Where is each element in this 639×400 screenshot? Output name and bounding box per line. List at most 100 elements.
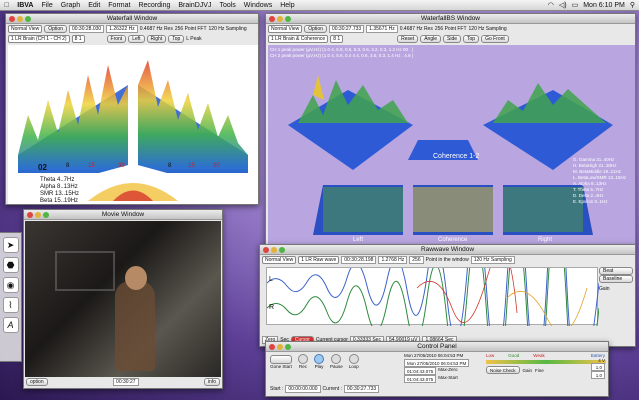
menu-graph[interactable]: Graph [57, 2, 84, 9]
max-zero-label: Max-Zero [438, 367, 458, 372]
freq-field[interactable]: 1.35671 Hz [366, 25, 398, 33]
close-button[interactable] [27, 212, 33, 218]
current-field[interactable]: 00:30:27.733 [344, 385, 380, 393]
movie-footer: option 00:30:27 info [24, 377, 222, 387]
zoom-button[interactable] [285, 344, 291, 350]
arrow-tool-icon[interactable]: ➤ [2, 237, 19, 253]
waterfall-window: Waterfall Window Normal View Option 00:3… [5, 13, 259, 205]
menu-file[interactable]: File [37, 2, 56, 9]
num-select[interactable]: 8 1 [330, 35, 344, 43]
num-select[interactable]: 8 1 [71, 35, 85, 43]
waterfall-3d-plot[interactable]: 02 8 15 30 8 15 30 Theta 4..7Hz Alpha 8.… [8, 45, 258, 204]
brush-tool-icon[interactable]: ⌇ [2, 297, 19, 313]
bucket-tool-icon[interactable]: ⬣ [2, 257, 19, 273]
minimize-button[interactable] [271, 247, 277, 253]
front-button[interactable]: Front [106, 35, 127, 43]
menu-recording[interactable]: Recording [134, 2, 174, 9]
movie-frame[interactable] [25, 221, 221, 377]
axis-coherence: Coherence [438, 237, 468, 243]
menu-format[interactable]: Format [104, 2, 134, 9]
control-titlebar[interactable]: Control Panel [266, 342, 608, 352]
left-button[interactable]: Left [128, 35, 145, 43]
reset-button[interactable]: Reset [397, 35, 419, 43]
res-label: 0.4687 Hz Res [399, 26, 433, 32]
rawwave-plot[interactable]: L R [266, 245, 600, 346]
beat-button[interactable]: Beat [599, 267, 633, 275]
pause-button[interactable] [331, 354, 342, 364]
current-date: Mon 27/05/2010 06:04:53 PM [404, 353, 464, 358]
zoom-button[interactable] [285, 16, 291, 22]
sampling-field[interactable]: 120 Hz Sampling [470, 256, 515, 264]
menu-help[interactable]: Help [276, 2, 298, 9]
close-button[interactable] [9, 16, 15, 22]
view-select[interactable]: Normal View [8, 25, 43, 33]
menu-edit[interactable]: Edit [84, 2, 104, 9]
pause-label: Pause [330, 364, 343, 369]
transport-row: Gone Start Rec Play Pause Loop [270, 354, 359, 369]
top-button[interactable]: Top [463, 35, 480, 43]
movie-option-button[interactable]: option [26, 378, 48, 386]
battery-panel: Low Good Weak Noise Check Gain Fine Battery 4… [486, 353, 606, 395]
sampling-label: 120 Hz Sampling [208, 26, 247, 32]
level2-field[interactable]: 1.0 [590, 371, 605, 379]
channel-select[interactable]: 1 LR Raw wave [298, 256, 340, 264]
waterfallbs-titlebar[interactable]: WaterfallBS Window [266, 14, 635, 24]
menu-braindjvj[interactable]: BrainDJVJ [174, 2, 215, 9]
right-button[interactable]: Right [146, 35, 167, 43]
palette-tool-icon[interactable]: ◉ [2, 277, 19, 293]
points-field[interactable]: 256 [409, 256, 424, 264]
side-button[interactable]: Side [443, 35, 462, 43]
freq-field[interactable]: 1.26322 Hz [106, 25, 138, 33]
volume-icon[interactable]: ◁) [559, 1, 567, 9]
close-button[interactable] [269, 344, 275, 350]
view-select[interactable]: Normal View [262, 256, 297, 264]
baseline-button[interactable]: Baseline [599, 275, 633, 283]
waterfall-titlebar[interactable]: Waterfall Window [6, 14, 258, 24]
menu-app[interactable]: IBVA [13, 2, 37, 9]
option-button[interactable]: Option [44, 25, 67, 33]
level-field[interactable]: 1.0 [590, 363, 605, 371]
menu-tools[interactable]: Tools [215, 2, 239, 9]
option-button[interactable]: Option [304, 25, 327, 33]
battery-icon[interactable]: ▭ [572, 1, 579, 9]
time-field[interactable]: 00:30:28.030 [68, 25, 105, 33]
minimize-button[interactable] [277, 344, 283, 350]
wifi-icon[interactable]: ◠ [548, 1, 554, 9]
top-button[interactable]: Top [168, 35, 185, 43]
noise-check-button[interactable]: Noise Check [486, 366, 520, 374]
text-tool-icon[interactable]: A [2, 317, 19, 333]
minimize-button[interactable] [277, 16, 283, 22]
close-button[interactable] [263, 247, 269, 253]
angle-button[interactable]: Angle [420, 35, 442, 43]
zoom-button[interactable] [43, 212, 49, 218]
freq-field[interactable]: 1.2768 Hz [378, 256, 408, 264]
rawwave-titlebar[interactable]: Rawwave Window [260, 245, 635, 255]
go-front-button[interactable]: Go Front [481, 35, 509, 43]
play-button[interactable] [314, 354, 324, 364]
close-button[interactable] [269, 16, 275, 22]
time-field[interactable]: 00:30:28.198 [341, 256, 377, 264]
channel-select[interactable]: 1 LR Brain (CH 1 - CH 2) [8, 35, 70, 43]
time-field[interactable]: 00:30:27.733 [328, 25, 365, 33]
channel-select[interactable]: 1 LR Brain & Coherence [268, 35, 329, 43]
apple-icon[interactable]:  [0, 2, 13, 9]
waterfallbs-3d-plot[interactable]: CH 1 peak power (µV,Hz) (1.0 4, 5.9, 0.6… [268, 45, 635, 245]
rec-button[interactable] [298, 354, 308, 364]
zoom-button[interactable] [25, 16, 31, 22]
movie-info-button[interactable]: info [203, 378, 220, 386]
zoom-button[interactable] [279, 247, 285, 253]
axis-left: Left [353, 237, 364, 243]
axis-right: Right [538, 237, 553, 243]
spotlight-icon[interactable]: ⚲ [630, 1, 635, 9]
view-select[interactable]: Normal View [268, 25, 303, 33]
loop-button[interactable] [348, 354, 359, 364]
record-date: Mon 27/05/2010 06:04:53 PM [404, 359, 470, 367]
rec-label: Rec [298, 364, 307, 369]
minimize-button[interactable] [17, 16, 23, 22]
gone-start-button[interactable] [270, 355, 292, 364]
start-field[interactable]: 00:00:00.000 [285, 385, 321, 393]
movie-titlebar[interactable]: Movie Window [24, 210, 222, 220]
clock[interactable]: Mon 6:10 PM [583, 2, 625, 9]
menu-windows[interactable]: Windows [240, 2, 276, 9]
minimize-button[interactable] [35, 212, 41, 218]
